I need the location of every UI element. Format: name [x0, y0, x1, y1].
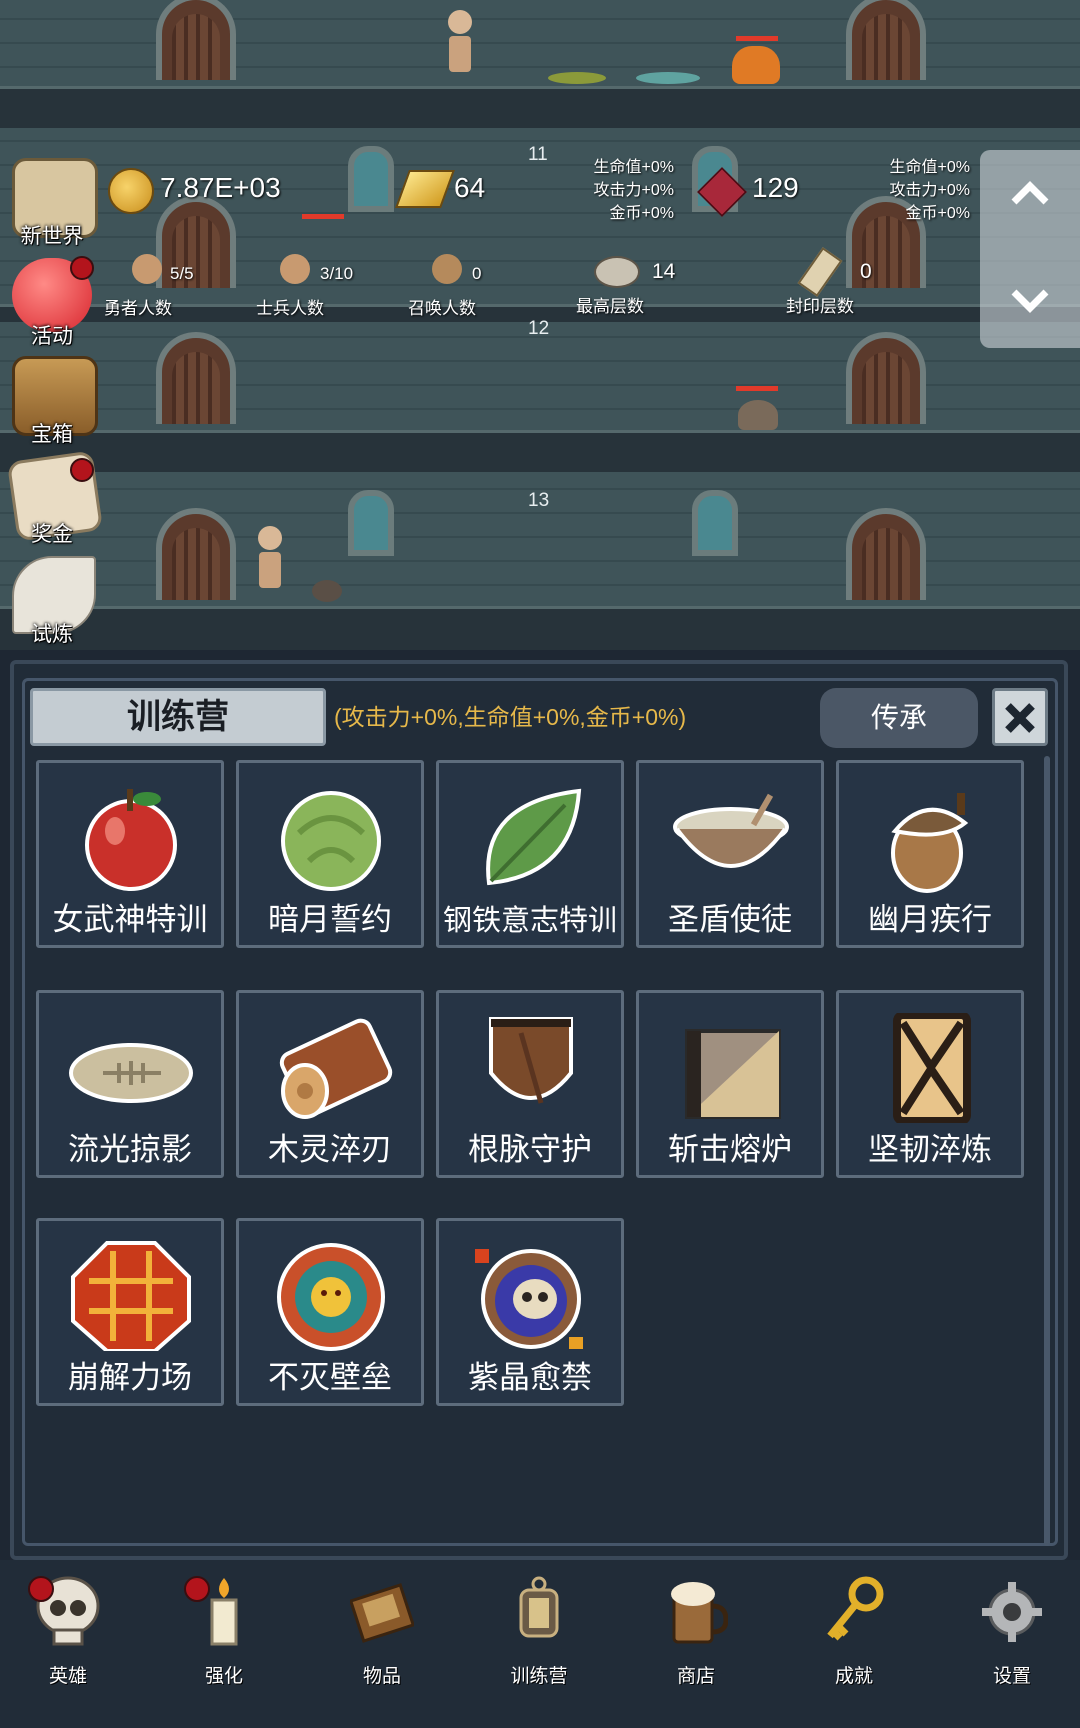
side-menu-new-world[interactable]: 新世界	[4, 154, 100, 250]
nav-items[interactable]: 物品	[322, 1568, 442, 1688]
panel-scrollbar[interactable]	[1044, 756, 1050, 1546]
close-icon[interactable]	[992, 688, 1048, 746]
skill-card[interactable]: 流光掠影	[36, 990, 224, 1178]
floor-number: 11	[528, 144, 548, 165]
scroll-up-button[interactable]	[1010, 178, 1050, 218]
floor-number: 13	[528, 490, 550, 511]
gold-bar-bonus: 生命值+0% 攻击力+0% 金币+0%	[593, 159, 674, 222]
enemy-health-bar	[302, 214, 344, 219]
panel-title: 训练营	[30, 688, 326, 746]
gear-icon	[980, 1576, 1044, 1646]
skill-card[interactable]: 崩解力场	[36, 1218, 224, 1406]
spider-enemy	[738, 400, 778, 430]
skill-card[interactable]: 根脉守护	[436, 990, 624, 1178]
sealed-floor-label: 封印层数	[786, 297, 854, 316]
summon-count: 0	[472, 264, 482, 283]
skill-card[interactable]: 幽月疾行	[836, 760, 1024, 948]
beer-mug-icon	[664, 1576, 729, 1646]
skill-card[interactable]: 坚韧淬炼	[836, 990, 1024, 1178]
skill-card[interactable]: 不灭壁垒	[236, 1218, 424, 1406]
acorn-icon	[869, 783, 993, 893]
notification-badge	[28, 1576, 54, 1602]
sun-orb-icon	[269, 1241, 393, 1351]
dungeon-view: 11 12 13	[0, 0, 1080, 650]
side-menu-trial[interactable]: 试炼	[4, 552, 100, 648]
gem-amount: 129	[752, 172, 799, 203]
gold-coin-icon	[108, 168, 154, 214]
max-floor-label: 最高层数	[576, 297, 644, 316]
slime-puddle	[636, 72, 700, 84]
enemy-health-bar	[736, 386, 778, 391]
hero-character	[256, 526, 284, 588]
enemy-health-bar	[736, 36, 778, 41]
key-icon	[822, 1576, 886, 1646]
hero-count: 5/5	[170, 264, 194, 283]
nav-settings[interactable]: 设置	[952, 1568, 1072, 1688]
stone-icon	[594, 256, 640, 288]
notification-badge	[184, 1576, 210, 1602]
skill-card[interactable]: 斩击熔炉	[636, 990, 824, 1178]
gold-bar-amount: 64	[454, 172, 486, 203]
floor-number: 12	[528, 318, 550, 339]
side-menu-chest[interactable]: 宝箱	[4, 352, 100, 448]
skill-card[interactable]: 紫晶愈禁	[436, 1218, 624, 1406]
porridge-bowl-icon	[669, 783, 793, 893]
gold-amount: 7.87E+03	[160, 172, 281, 203]
block-icon	[669, 1013, 793, 1123]
nav-upgrade[interactable]: 强化	[164, 1568, 284, 1688]
scroll-down-button[interactable]	[1010, 286, 1050, 326]
hero-count-label: 勇者人数	[104, 299, 172, 318]
tower-shield-icon	[869, 1011, 993, 1125]
panel-bonus-text: (攻击力+0%,生命值+0%,金币+0%)	[334, 704, 687, 730]
book-icon	[348, 1576, 416, 1646]
soldier-head-icon	[280, 254, 310, 284]
slime-puddle	[548, 72, 606, 84]
skill-card[interactable]: 钢铁意志特训	[436, 760, 624, 948]
nav-shop[interactable]: 商店	[636, 1568, 756, 1688]
skill-card[interactable]: 暗月誓约	[236, 760, 424, 948]
gem-bonus: 生命值+0% 攻击力+0% 金币+0%	[889, 159, 970, 222]
orange-slime-enemy	[732, 46, 780, 84]
skill-card[interactable]: 圣盾使徒	[636, 760, 824, 948]
defeated-enemy	[312, 580, 342, 602]
inherit-button[interactable]: 传承	[820, 688, 978, 748]
wooden-shield-icon	[469, 1013, 593, 1123]
nav-training-camp[interactable]: 训练营	[479, 1568, 599, 1688]
leaf-icon	[469, 783, 593, 893]
soldier-count: 3/10	[320, 264, 354, 283]
summon-count-label: 召唤人数	[408, 299, 476, 318]
log-icon	[269, 1013, 393, 1123]
hero-head-icon	[132, 254, 162, 284]
cabbage-icon	[269, 783, 393, 893]
bone-stone-icon	[69, 1013, 193, 1123]
skill-card[interactable]: 木灵淬刃	[236, 990, 424, 1178]
soldier-count-label: 士兵人数	[256, 299, 324, 318]
hero-character	[446, 10, 474, 72]
summon-head-icon	[432, 254, 462, 284]
skill-card[interactable]: 女武神特训	[36, 760, 224, 948]
nav-achievements[interactable]: 成就	[794, 1568, 914, 1688]
apple-icon	[69, 783, 193, 893]
lantern-icon	[507, 1576, 571, 1646]
lava-orb-icon	[69, 1241, 193, 1353]
skull-ring-icon	[469, 1241, 593, 1351]
notification-badge	[70, 458, 94, 482]
sealed-floor-value: 0	[860, 260, 872, 283]
nav-heroes[interactable]: 英雄	[8, 1568, 128, 1688]
max-floor-value: 14	[652, 260, 676, 283]
notification-badge	[70, 256, 94, 280]
